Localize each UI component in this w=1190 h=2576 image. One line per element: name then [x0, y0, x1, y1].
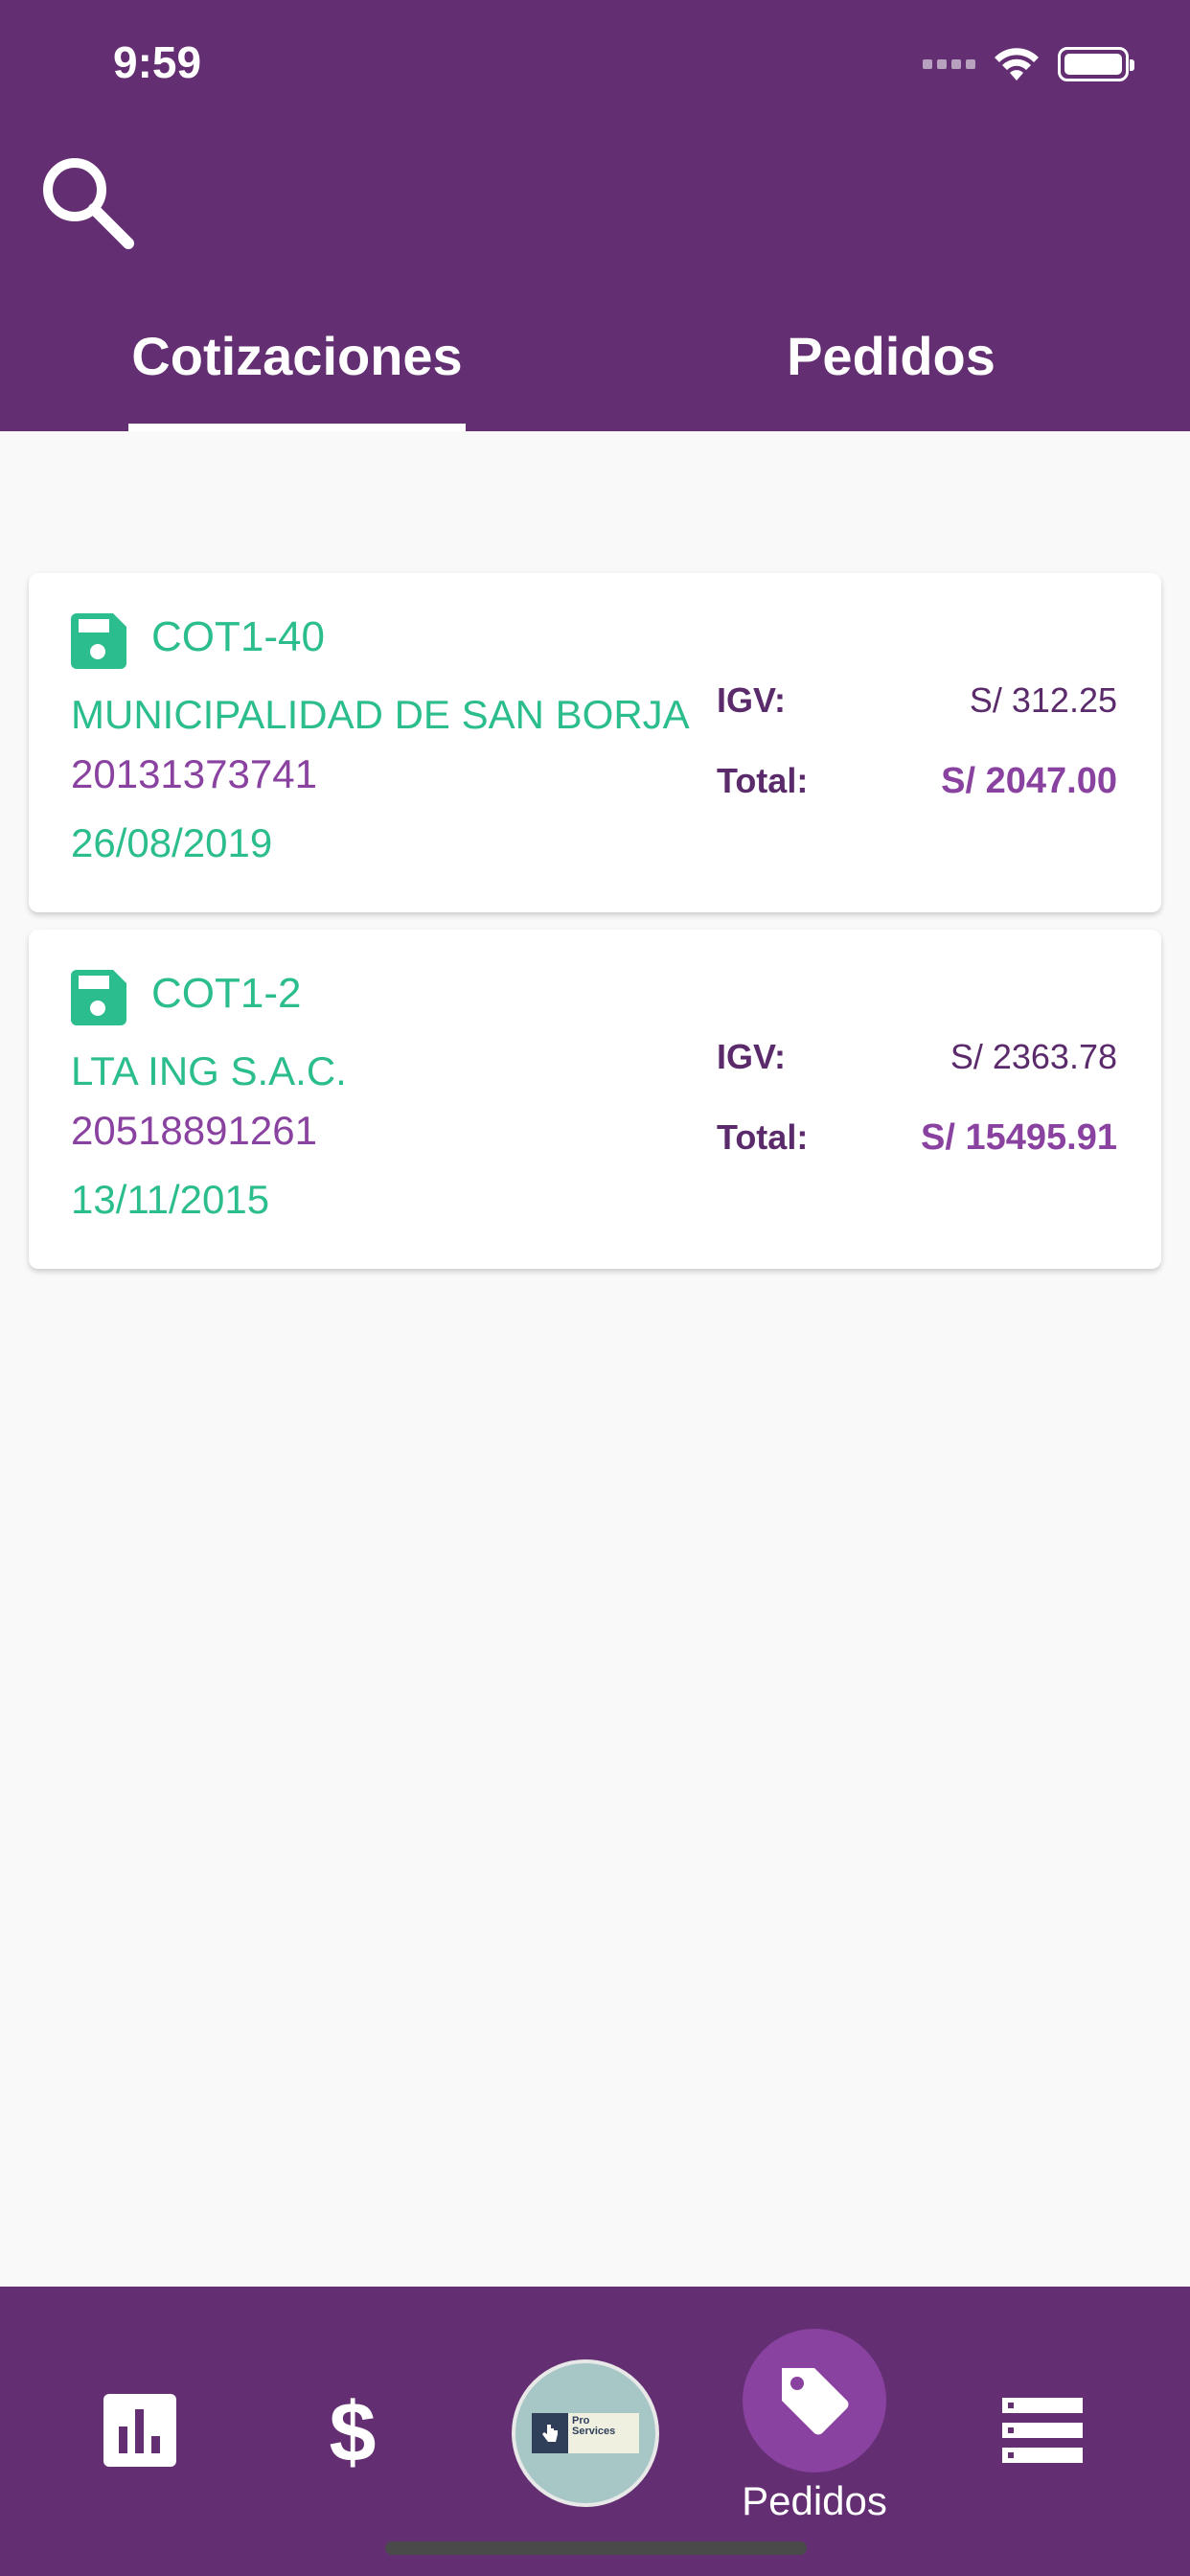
tab-pedidos[interactable]: Pedidos	[738, 307, 1044, 431]
status-time: 9:59	[113, 37, 202, 87]
pointer-icon	[542, 2425, 558, 2442]
nav-pedidos-label[interactable]: Pedidos	[709, 2478, 920, 2524]
nav-dashboard[interactable]	[103, 2394, 176, 2467]
quote-card[interactable]: COT1-40 MUNICIPALIDAD DE SAN BORJA 20131…	[29, 573, 1161, 912]
battery-icon	[1058, 47, 1134, 81]
total-label: Total:	[717, 1117, 809, 1157]
quotes-list: COT1-40 MUNICIPALIDAD DE SAN BORJA 20131…	[0, 431, 1190, 2287]
tag-icon	[782, 2368, 849, 2435]
nav-payments[interactable]: $	[324, 2386, 381, 2472]
client-ruc: 20131373741	[71, 751, 317, 796]
search-icon	[43, 158, 134, 249]
svg-text:$: $	[330, 2386, 377, 2472]
app-logo: Pro Services	[532, 2413, 639, 2453]
dollar-icon: $	[330, 2386, 377, 2472]
tab-cotizaciones[interactable]: Cotizaciones	[128, 307, 466, 431]
home-indicator	[385, 2542, 807, 2555]
app-header: 9:59 Cotizaciones Pedidos	[0, 0, 1190, 431]
status-icons	[923, 46, 1134, 82]
tab-bar: Cotizaciones Pedidos	[0, 307, 1190, 431]
total-value: S/ 2047.00	[941, 761, 1117, 801]
quote-code: COT1-2	[151, 970, 302, 1017]
quote-date: 26/08/2019	[71, 820, 273, 865]
igv-label: IGV:	[717, 1037, 787, 1076]
signal-icon	[923, 59, 975, 69]
quote-card[interactable]: COT1-2 LTA ING S.A.C. 20518891261 13/11/…	[29, 930, 1161, 1269]
igv-label: IGV:	[717, 680, 787, 720]
quote-code: COT1-40	[151, 613, 325, 660]
nav-home-logo[interactable]: Pro Services	[512, 2359, 659, 2507]
save-icon	[71, 970, 126, 1025]
logo-text: Pro Services	[568, 2413, 639, 2453]
igv-value: S/ 312.25	[969, 680, 1117, 720]
save-icon	[71, 613, 126, 669]
total-value: S/ 15495.91	[921, 1117, 1117, 1158]
quote-date: 13/11/2015	[71, 1177, 270, 1222]
wifi-icon	[995, 48, 1039, 80]
client-name: MUNICIPALIDAD DE SAN BORJA	[71, 692, 690, 737]
bottom-navigation: $ Pro Services Pedidos	[0, 2287, 1190, 2576]
search-button[interactable]	[36, 151, 142, 257]
client-ruc: 20518891261	[71, 1108, 317, 1153]
nav-list[interactable]	[1002, 2398, 1083, 2463]
nav-pedidos[interactable]	[743, 2329, 886, 2472]
client-name: LTA ING S.A.C.	[71, 1048, 347, 1093]
active-tab-indicator	[128, 424, 466, 431]
list-icon	[1002, 2398, 1083, 2463]
igv-value: S/ 2363.78	[950, 1037, 1117, 1076]
total-label: Total:	[717, 761, 809, 800]
chart-icon	[103, 2394, 176, 2467]
